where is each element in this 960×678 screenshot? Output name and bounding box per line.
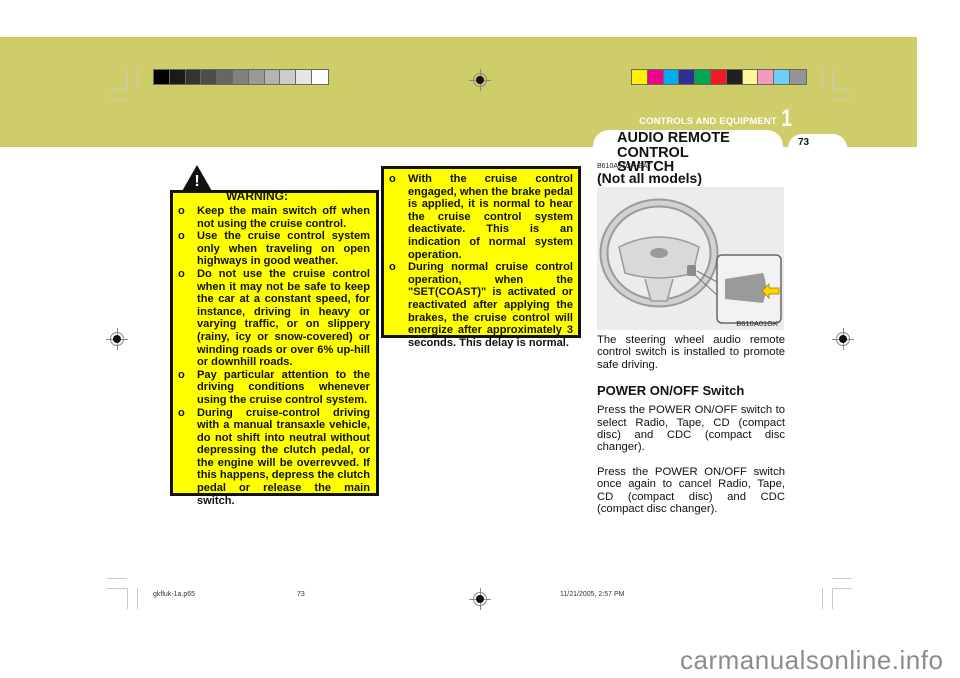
color-swatch	[232, 70, 249, 84]
crop-mark	[137, 69, 138, 90]
crop-mark	[137, 588, 138, 609]
crop-mark	[107, 89, 127, 90]
warning-item: Keep the main switch off when not using …	[178, 205, 370, 230]
color-swatch	[311, 70, 328, 84]
registration-mark-icon	[106, 328, 128, 350]
note-list: With the cruise control engaged, when th…	[389, 173, 573, 349]
intro-paragraph: The steering wheel audio remote control …	[597, 334, 785, 371]
warning-title: WARNING:	[226, 189, 288, 203]
crop-mark	[832, 588, 852, 589]
color-swatch	[217, 70, 233, 84]
topic-tab: AUDIO REMOTE CONTROL SWITCH	[593, 130, 783, 174]
color-swatch	[726, 70, 743, 84]
note-item: With the cruise control engaged, when th…	[389, 173, 573, 261]
figure-caption: B610A01GK	[736, 319, 778, 328]
paragraph: Press the POWER ON/OFF switch once again…	[597, 465, 785, 516]
registration-mark-icon	[469, 69, 491, 91]
section-label: CONTROLS AND EQUIPMENT	[639, 116, 777, 127]
section-title: POWER ON/OFF Switch	[597, 383, 745, 399]
color-swatch	[154, 70, 170, 84]
color-swatch	[632, 70, 648, 84]
color-swatch-strip	[631, 69, 807, 85]
crop-mark	[107, 578, 127, 579]
color-swatch	[742, 70, 759, 84]
color-swatch	[264, 70, 281, 84]
section-header: CONTROLS AND EQUIPMENT 1	[639, 105, 793, 132]
note-item: During normal cruise control operation, …	[389, 261, 573, 349]
color-swatch	[679, 70, 696, 84]
color-swatch	[695, 70, 711, 84]
paragraph: Press the POWER ON/OFF switch to select …	[597, 404, 785, 454]
right-column: B610A01GK-EAT (Not all models) B610A01GK…	[597, 163, 785, 515]
warning-item: Do not use the cruise control when it ma…	[178, 268, 370, 369]
page-number-tab: 73	[788, 134, 847, 148]
grayscale-swatch-strip	[153, 69, 329, 85]
warning-box: WARNING: Keep the main switch off when n…	[170, 189, 379, 507]
crop-mark	[107, 99, 127, 100]
crop-mark	[832, 588, 833, 609]
topic-title-line1: AUDIO REMOTE CONTROL	[617, 130, 730, 161]
crop-mark	[832, 578, 852, 579]
color-swatch	[758, 70, 775, 84]
crop-mark	[822, 588, 823, 609]
color-swatch	[789, 70, 806, 84]
registration-mark-icon	[832, 328, 854, 350]
steering-wheel-illustration	[599, 198, 782, 324]
brand-logo-icon	[650, 248, 668, 258]
color-swatch	[710, 70, 727, 84]
warning-item: Use the cruise control system only when …	[178, 230, 370, 268]
color-swatch	[201, 70, 218, 84]
color-swatch	[663, 70, 680, 84]
color-swatch	[169, 70, 186, 84]
color-swatch	[248, 70, 265, 84]
remote-switch	[687, 265, 696, 276]
color-swatch	[296, 70, 312, 84]
footer-timestamp: 11/21/2005, 2:57 PM	[560, 591, 625, 598]
crop-mark	[832, 99, 852, 100]
footer-page: 73	[297, 591, 305, 598]
warning-item: During cruise-control driving with a man…	[178, 407, 370, 508]
subheading: (Not all models)	[597, 170, 703, 186]
section-number: 1	[780, 105, 792, 132]
crop-mark	[127, 69, 128, 90]
crop-mark	[127, 588, 128, 609]
color-swatch	[774, 70, 790, 84]
crop-mark	[832, 89, 852, 90]
watermark: carmanualsonline.info	[680, 645, 944, 675]
steering-wheel-spoke	[644, 278, 674, 302]
footer-file-name: gkfluk-1a.p65	[153, 591, 196, 598]
crop-mark	[107, 588, 127, 589]
crop-mark	[822, 69, 823, 90]
color-swatch	[280, 70, 297, 84]
note-box: With the cruise control engaged, when th…	[381, 166, 581, 349]
exclamation-glyph: !	[194, 173, 200, 190]
warning-item: Pay particular attention to the driving …	[178, 369, 370, 407]
registration-mark-icon	[469, 588, 491, 610]
color-swatch	[185, 70, 202, 84]
color-swatch	[647, 70, 664, 84]
crop-mark	[832, 69, 833, 90]
steering-wheel-figure: B610A01GK	[597, 187, 784, 330]
warning-list: Keep the main switch off when not using …	[178, 205, 370, 507]
